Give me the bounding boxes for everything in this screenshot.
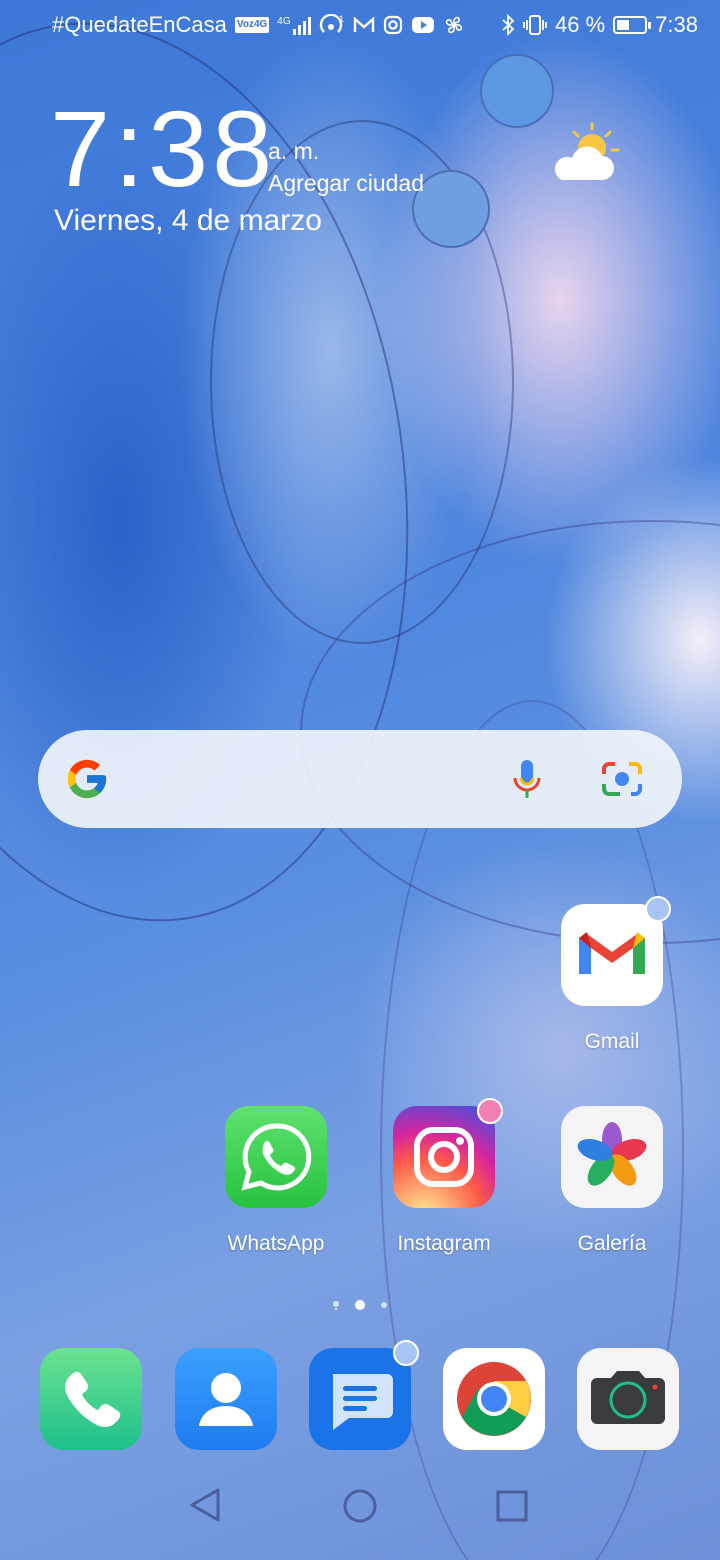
- youtube-notification-icon: [411, 17, 434, 33]
- back-icon[interactable]: [190, 1488, 220, 1522]
- svg-text:1: 1: [339, 14, 344, 24]
- app-gmail[interactable]: Gmail: [542, 896, 682, 1054]
- bluetooth-icon: [502, 14, 515, 36]
- add-city-link[interactable]: Agregar ciudad: [268, 170, 424, 197]
- battery-icon: [613, 16, 652, 34]
- notification-badge: [477, 1098, 503, 1124]
- signal-bars: [292, 15, 311, 35]
- clock-ampm: a. m.: [268, 138, 320, 164]
- volte-icon: Voz4G: [234, 17, 270, 33]
- current-page-dot[interactable]: [355, 1300, 365, 1310]
- app-label: WhatsApp: [227, 1232, 325, 1255]
- chrome-glyph: [457, 1362, 531, 1436]
- 4g-signal-icon: 4G: [277, 15, 311, 35]
- hotspot-icon: 1: [319, 14, 344, 33]
- google-search-bar[interactable]: [38, 730, 682, 828]
- notification-badge: [393, 1340, 419, 1366]
- partly-sunny-icon[interactable]: [548, 120, 624, 188]
- contacts-glyph: [199, 1373, 253, 1426]
- navigation-bar: [190, 1488, 528, 1523]
- app-gallery[interactable]: Galería: [542, 1106, 682, 1256]
- messages-glyph: [333, 1374, 393, 1430]
- battery-fill: [617, 20, 630, 30]
- chrome-icon[interactable]: [443, 1348, 545, 1450]
- whatsapp-glyph: [241, 1123, 312, 1191]
- gallery-glyph: [577, 1122, 647, 1186]
- app-label: Galería: [577, 1232, 647, 1255]
- clock-date[interactable]: Viernes, 4 de marzo: [54, 204, 322, 238]
- whatsapp-icon: [225, 1106, 327, 1208]
- gmail-glyph: [579, 932, 645, 974]
- notification-badge: [645, 896, 671, 922]
- phone-glyph: [65, 1371, 121, 1427]
- carrier-text: #QuedateEnCasa: [52, 12, 227, 37]
- phone-icon[interactable]: [40, 1348, 142, 1450]
- gallery-icon: [561, 1106, 663, 1208]
- network-type-label: 4G: [277, 16, 291, 27]
- page-dot[interactable]: [381, 1302, 387, 1308]
- google-lens-icon[interactable]: [600, 760, 644, 798]
- battery-percent: 46 %: [555, 12, 606, 37]
- status-bar: #QuedateEnCasa Voz4G 4G 1 46 % 7:38: [0, 0, 720, 50]
- camera-icon[interactable]: [577, 1348, 679, 1450]
- google-g-icon: [67, 759, 107, 799]
- app-whatsapp[interactable]: WhatsApp: [206, 1106, 346, 1256]
- recents-icon[interactable]: [496, 1490, 528, 1522]
- camera-glyph: [591, 1371, 665, 1424]
- contacts-icon[interactable]: [175, 1348, 277, 1450]
- vibrate-icon: [523, 15, 547, 35]
- clock-time[interactable]: 7:38: [50, 94, 276, 204]
- app-label: Instagram: [397, 1232, 491, 1255]
- app-label: Gmail: [584, 1030, 640, 1053]
- messages-icon[interactable]: [309, 1340, 419, 1450]
- fan-icon: [445, 16, 462, 34]
- page-indicator[interactable]: [330, 1298, 390, 1312]
- app-instagram[interactable]: Instagram: [374, 1098, 514, 1256]
- home-icon[interactable]: [343, 1489, 377, 1523]
- instagram-notification-icon: [383, 15, 402, 35]
- instagram-glyph: [414, 1127, 474, 1187]
- minus-one-page-dot[interactable]: [333, 1301, 339, 1310]
- microphone-icon[interactable]: [510, 758, 544, 802]
- status-time: 7:38: [655, 12, 698, 37]
- gmail-notification-icon: [353, 16, 374, 32]
- instagram-icon: [393, 1098, 503, 1208]
- gmail-icon: [561, 896, 671, 1006]
